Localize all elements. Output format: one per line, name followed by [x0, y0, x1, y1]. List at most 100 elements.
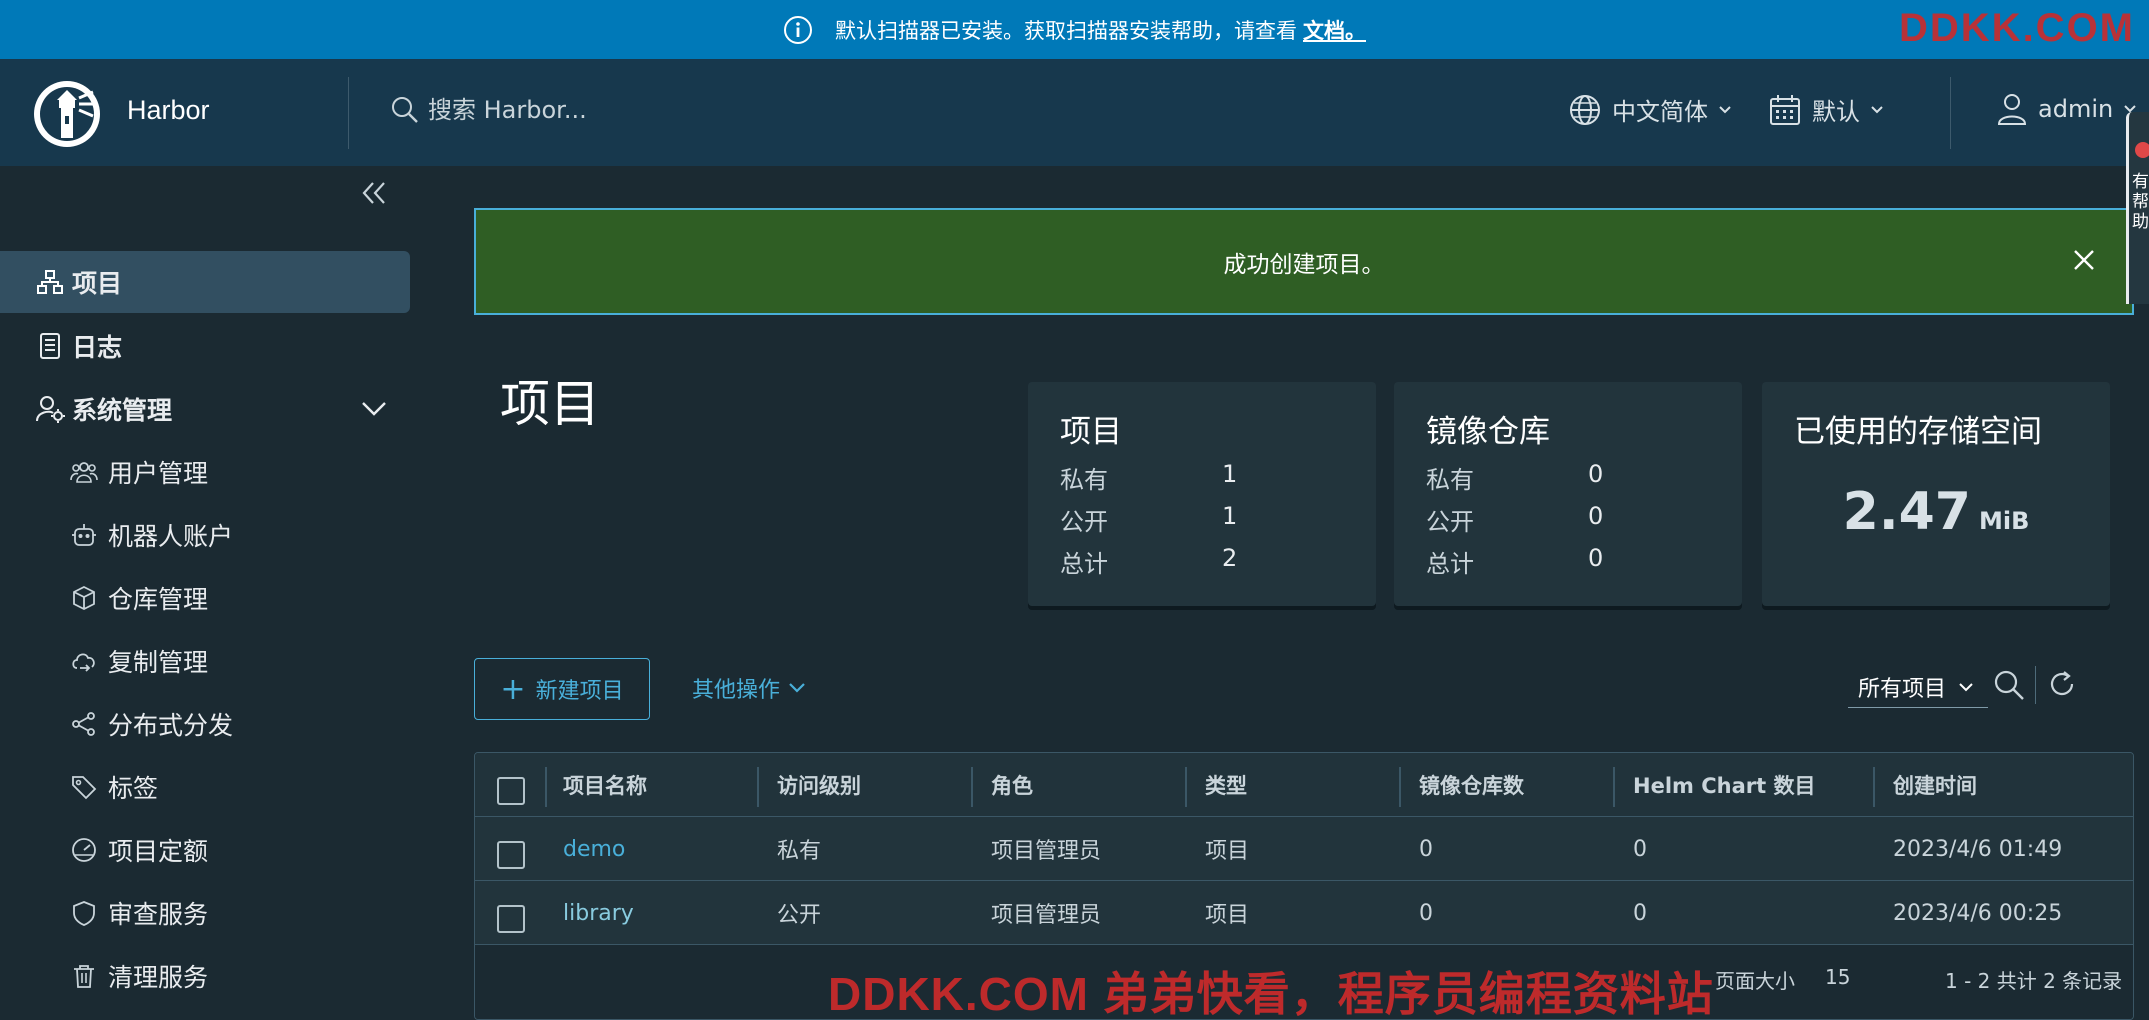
storage-summary-card: 已使用的存储空间 2.47 MiB [1762, 382, 2110, 606]
cube-icon [70, 584, 98, 612]
column-divider [1399, 767, 1401, 807]
more-actions-button[interactable]: 其他操作 [692, 672, 806, 704]
repo-count-cell: 0 [1419, 836, 1433, 862]
trash-icon [70, 962, 98, 990]
feedback-side-widget[interactable]: 有帮助 [2126, 112, 2149, 304]
header-role[interactable]: 角色 [991, 753, 1033, 817]
type-cell: 项目 [1205, 903, 1250, 928]
project-name-link[interactable]: library [563, 881, 634, 945]
storage-value: 2.47 [1842, 482, 1971, 542]
sidebar-item-logs[interactable]: 日志 [0, 315, 410, 377]
card-title: 已使用的存储空间 [1794, 414, 2042, 450]
watermark-logo: DDKK.COM [1899, 6, 2135, 50]
chevron-down-icon [1870, 105, 1884, 115]
user-menu[interactable]: admin [1996, 92, 2137, 126]
top-banner: 默认扫描器已安装。获取扫描器安装帮助，请查看 文档。 DDKK.COM [0, 0, 2149, 59]
banner-message: 默认扫描器已安装。获取扫描器安装帮助，请查看 [835, 18, 1297, 43]
header-access-level[interactable]: 访问级别 [777, 753, 861, 817]
header-divider [348, 77, 349, 149]
toolbar-divider [2035, 666, 2036, 704]
sidebar-item-clean-up[interactable]: 清理服务 [0, 945, 410, 1007]
sidebar-item-label: 审查服务 [108, 900, 209, 929]
sidebar: 项目 日志 系统管理 用户管理 机器人账户 仓库管理 复制管理 分布式分发 标签… [0, 166, 410, 1020]
header-project-name[interactable]: 项目名称 [563, 753, 647, 817]
header-type[interactable]: 类型 [1205, 753, 1247, 817]
header-repo-count[interactable]: 镜像仓库数 [1419, 753, 1524, 817]
search-icon [390, 95, 420, 125]
gauge-icon [70, 836, 98, 864]
admin-gear-icon [36, 395, 66, 423]
access-level-cell: 公开 [777, 903, 822, 928]
banner-doc-link[interactable]: 文档。 [1303, 15, 1366, 45]
select-all-checkbox[interactable] [497, 777, 525, 805]
sidebar-item-system-admin[interactable]: 系统管理 [0, 378, 410, 440]
pagination-summary: 1 - 2 共计 2 条记录 [1945, 969, 2123, 993]
alert-message: 成功创建项目。 [1223, 251, 1385, 278]
sidebar-item-label: 标签 [108, 774, 159, 803]
row-checkbox[interactable] [497, 841, 525, 869]
column-divider [1613, 767, 1615, 807]
date-format-selector[interactable]: 默认 [1768, 92, 1884, 127]
sidebar-item-quotas[interactable]: 项目定额 [0, 819, 410, 881]
chevron-down-icon [360, 400, 388, 418]
column-divider [1185, 767, 1187, 807]
column-divider [757, 767, 759, 807]
creation-time-cell: 2023/4/6 01:49 [1893, 836, 2063, 862]
row-value: 0 [1588, 502, 1604, 530]
row-label: 总计 [1060, 550, 1108, 578]
sidebar-item-label: 清理服务 [108, 963, 209, 992]
sidebar-item-replications[interactable]: 复制管理 [0, 630, 410, 692]
row-checkbox[interactable] [497, 905, 525, 933]
globe-icon [1568, 93, 1602, 127]
harbor-logo-icon[interactable] [31, 78, 103, 150]
sidebar-item-projects[interactable]: 项目 [0, 251, 410, 313]
page-title: 项目 [500, 375, 600, 433]
sidebar-item-label: 复制管理 [108, 648, 209, 677]
project-name-link[interactable]: demo [563, 817, 625, 881]
search-icon[interactable] [1992, 668, 2026, 702]
row-value: 2 [1222, 544, 1238, 572]
chart-count-cell: 0 [1633, 836, 1647, 862]
row-label: 总计 [1426, 550, 1474, 578]
sidebar-item-distribution[interactable]: 分布式分发 [0, 693, 410, 755]
project-filter-select[interactable]: 所有项目 [1848, 666, 1988, 708]
refresh-icon[interactable] [2046, 668, 2078, 700]
share-icon [70, 710, 98, 738]
storage-unit: MiB [1978, 507, 2030, 535]
global-search[interactable] [390, 95, 788, 125]
storage-usage: 2.47 MiB [1762, 482, 2110, 542]
sidebar-item-labels[interactable]: 标签 [0, 756, 410, 818]
type-cell: 项目 [1205, 839, 1250, 864]
language-label: 中文简体 [1612, 98, 1708, 126]
repo-count-cell: 0 [1419, 900, 1433, 926]
column-divider [1873, 767, 1875, 807]
header-creation-time[interactable]: 创建时间 [1893, 753, 1977, 817]
sidebar-item-users[interactable]: 用户管理 [0, 441, 410, 503]
sidebar-item-interrogation-services[interactable]: 审查服务 [0, 882, 410, 944]
sidebar-item-registries[interactable]: 仓库管理 [0, 567, 410, 629]
new-project-button[interactable]: + 新建项目 [474, 658, 650, 720]
header-chart-count[interactable]: Helm Chart 数目 [1633, 753, 1815, 817]
row-label: 私有 [1060, 466, 1108, 494]
sidebar-item-robot-accounts[interactable]: 机器人账户 [0, 504, 410, 566]
card-title: 项目 [1060, 414, 1122, 450]
row-value: 1 [1222, 460, 1238, 488]
sidebar-item-label: 分布式分发 [108, 711, 234, 740]
robot-icon [70, 521, 98, 549]
table-header: 项目名称 访问级别 角色 类型 镜像仓库数 Helm Chart 数目 创建时间 [475, 753, 2133, 817]
chevron-down-icon [1718, 105, 1732, 115]
sidebar-item-label: 用户管理 [108, 459, 209, 488]
collapse-sidebar-icon[interactable] [360, 180, 388, 206]
row-label: 公开 [1060, 508, 1108, 536]
column-divider [545, 767, 547, 807]
search-input[interactable] [428, 96, 788, 124]
side-widget-label: 有帮助 [2132, 172, 2149, 232]
close-icon[interactable] [2072, 248, 2096, 272]
page-size-select[interactable]: 15 [1825, 965, 1850, 989]
page-size-label: 页面大小 [1715, 969, 1795, 993]
date-format-label: 默认 [1812, 98, 1860, 126]
language-selector[interactable]: 中文简体 [1568, 92, 1732, 127]
new-project-label: 新建项目 [535, 679, 624, 704]
user-name: admin [2038, 95, 2114, 123]
chart-count-cell: 0 [1633, 900, 1647, 926]
